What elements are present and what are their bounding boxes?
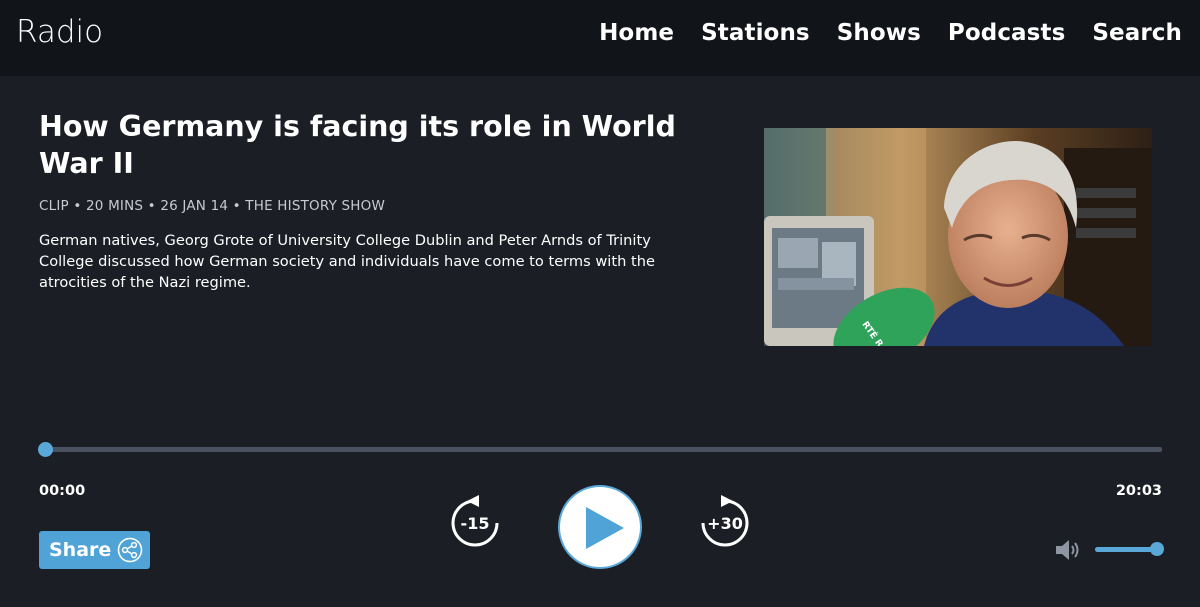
skip-back-label: -15 (460, 514, 490, 533)
main-nav: Home Stations Shows Podcasts Search (599, 20, 1182, 46)
episode-title: How Germany is facing its role in World … (39, 110, 676, 180)
nav-shows[interactable]: Shows (837, 20, 921, 46)
progress-bar[interactable] (38, 442, 1162, 457)
volume-slider[interactable] (1095, 542, 1164, 556)
skip-forward-button[interactable]: +30 (695, 495, 755, 555)
progress-scrubber[interactable] (38, 442, 53, 457)
share-label: Share (49, 539, 112, 561)
nav-stations[interactable]: Stations (701, 20, 810, 46)
volume-knob[interactable] (1150, 542, 1164, 556)
play-icon (586, 507, 624, 549)
episode-meta: CLIP • 20 MINS • 26 JAN 14 • THE HISTORY… (39, 198, 386, 214)
nav-podcasts[interactable]: Podcasts (948, 20, 1065, 46)
nav-home[interactable]: Home (599, 20, 674, 46)
episode-description: German natives, Georg Grote of Universit… (39, 232, 655, 291)
share-icon (117, 537, 143, 563)
top-navigation-bar: Radio Home Stations Shows Podcasts Searc… (0, 0, 1200, 76)
episode-photo-illustration: RTÉ RADIO (764, 128, 1152, 346)
episode-image: RTÉ RADIO (764, 128, 1152, 346)
volume-fill (1095, 547, 1157, 552)
nav-search[interactable]: Search (1092, 20, 1182, 46)
site-logo[interactable]: Radio (16, 14, 103, 50)
play-button[interactable] (558, 485, 642, 569)
skip-back-button[interactable]: -15 (445, 495, 505, 555)
duration-time: 20:03 (1115, 483, 1162, 499)
current-time: 00:00 (39, 483, 86, 499)
share-button[interactable]: Share (39, 531, 150, 569)
volume-icon[interactable] (1055, 539, 1083, 561)
skip-forward-label: +30 (707, 514, 743, 533)
